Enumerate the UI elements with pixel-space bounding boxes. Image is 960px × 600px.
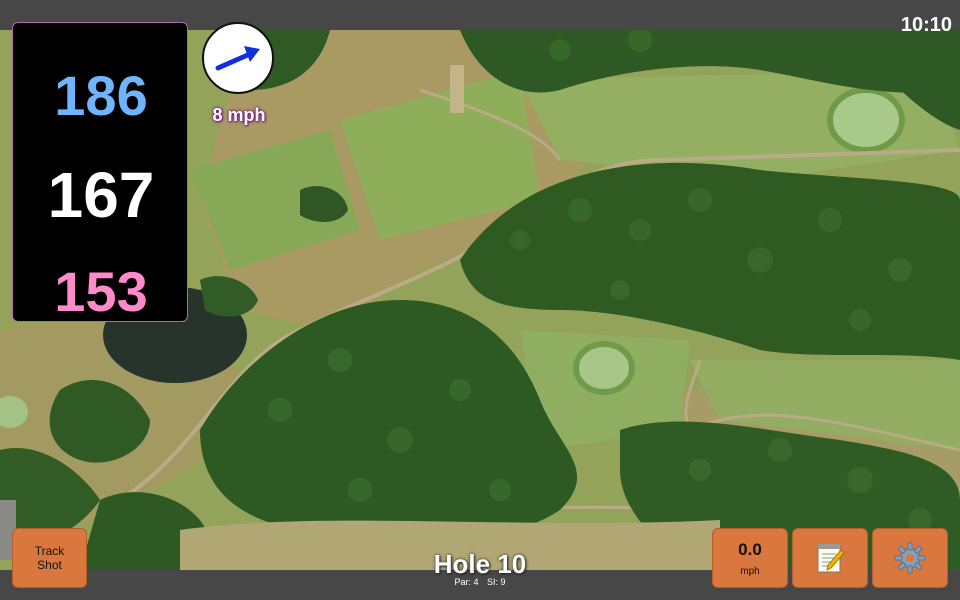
wind-direction-indicator[interactable]: [202, 22, 274, 94]
settings-button[interactable]: [872, 528, 948, 588]
hole-par: Par: 4: [454, 577, 479, 587]
hole-info: Par: 4 SI: 9: [380, 577, 580, 587]
track-shot-label-line2: Shot: [37, 558, 62, 572]
hole-stroke-index: SI: 9: [487, 577, 506, 587]
gear-icon: [894, 542, 926, 574]
wind-speed-label: 8 mph: [212, 105, 266, 125]
distance-back: 186: [54, 64, 148, 127]
notepad-icon: [817, 544, 845, 573]
distance-front: 153: [54, 260, 148, 323]
wind-speed-value: 0.0: [738, 539, 762, 559]
track-shot-label-line1: Track: [34, 544, 65, 558]
notes-button[interactable]: [792, 528, 868, 588]
wind-direction-arrow-icon: [215, 46, 260, 71]
distance-panel: 186 167 153: [12, 22, 188, 323]
wind-speed-unit: mph: [740, 565, 760, 577]
status-time: 10:10: [900, 14, 952, 36]
distance-middle: 167: [47, 159, 155, 231]
hole-title: Hole 10: [433, 549, 527, 579]
track-shot-button[interactable]: Track Shot: [12, 528, 87, 588]
wind-speed-button[interactable]: 0.0 mph: [712, 528, 788, 588]
